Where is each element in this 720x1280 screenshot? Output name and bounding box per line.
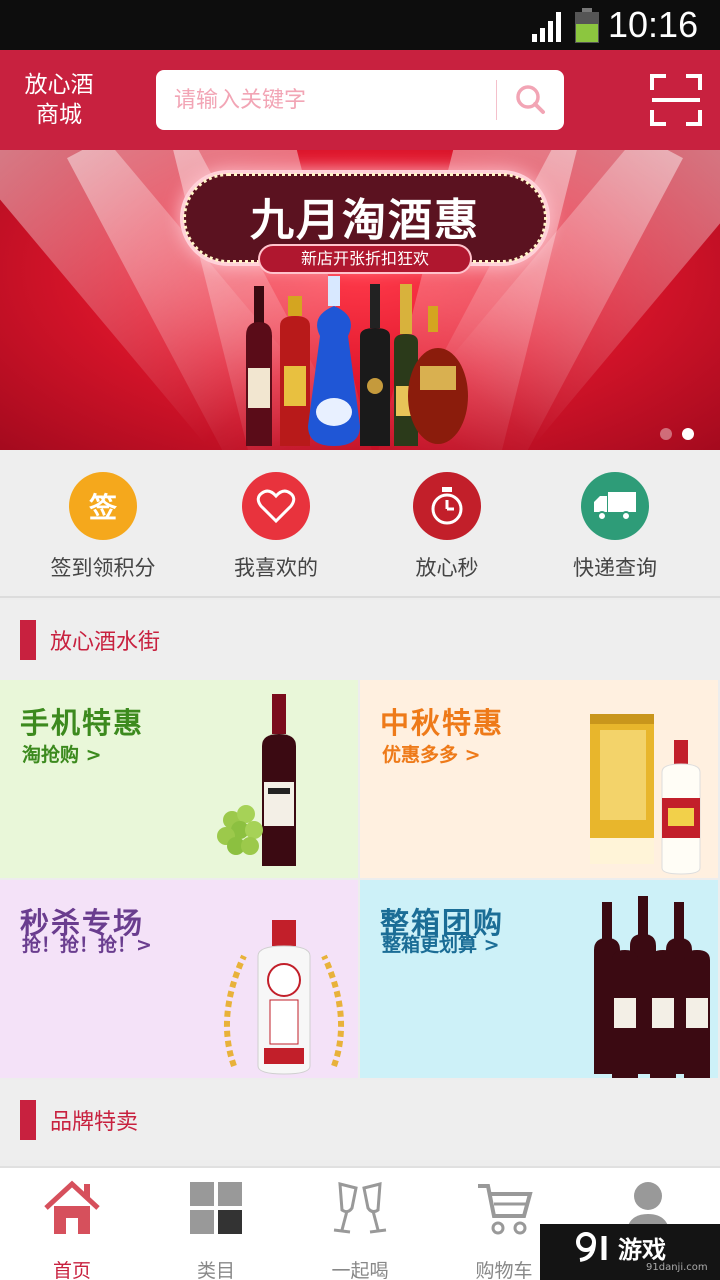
cart-icon [478, 1184, 533, 1235]
favorites-action[interactable]: 我喜欢的 [191, 472, 361, 582]
promo-subtitle: 整箱更划算 > [382, 934, 500, 956]
promo-mobile-deals[interactable]: 手机特惠 淘抢购 > [0, 680, 358, 878]
red-wine-with-grapes-image [217, 694, 296, 866]
wine-bottles-illustration [246, 276, 468, 446]
search-icon[interactable] [506, 78, 556, 122]
nav-label: 类目 [196, 1260, 235, 1280]
clock: 10:16 [608, 4, 699, 45]
quick-action-label: 我喜欢的 [234, 556, 318, 580]
express-tracking-action[interactable]: 快递查询 [530, 472, 700, 582]
flash-sale-action[interactable]: 放心秒 [362, 472, 532, 582]
moutai-box-and-bottle-image [590, 714, 701, 875]
section-accent-bar [20, 1100, 36, 1140]
heart-icon [242, 472, 310, 540]
search-divider [496, 80, 497, 120]
category-grid-icon [190, 1182, 242, 1234]
section-header: 放心酒水街 [0, 600, 720, 680]
carousel-dot-active[interactable] [682, 428, 694, 440]
watermark-logo-icon [576, 1232, 607, 1262]
section-title: 放心酒水街 [50, 630, 161, 655]
watermark: 游戏 91danji.com [540, 1224, 720, 1280]
nav-label: 一起喝 [331, 1260, 389, 1280]
promo-flash-sale[interactable]: 秒杀专场 抢！抢！抢！> [0, 880, 358, 1078]
search-input[interactable] [174, 80, 484, 120]
battery-icon [575, 8, 599, 43]
carousel-dot[interactable] [660, 428, 672, 440]
app-header: 放心酒 商城 [0, 50, 720, 150]
quick-action-label: 快递查询 [573, 556, 657, 580]
promo-subtitle: 淘抢购 > [22, 744, 102, 766]
watermark-url: 91danji.com [646, 1262, 708, 1273]
banner-title: 九月淘酒惠 [250, 195, 480, 246]
nav-home[interactable]: 首页 [12, 1178, 132, 1280]
promo-case-group-buy[interactable]: 整箱团购 整箱更划算 > [360, 880, 718, 1078]
sign-in-icon: 签 [69, 472, 137, 540]
promo-banner[interactable]: 九月淘酒惠 新店开张折扣狂欢 [0, 150, 720, 450]
home-icon [44, 1180, 100, 1234]
nav-category[interactable]: 类目 [156, 1178, 276, 1280]
promo-subtitle: 抢！抢！抢！> [22, 934, 152, 956]
section-accent-bar [20, 620, 36, 660]
section-title: 品牌特卖 [50, 1110, 139, 1135]
status-bar: 10:16 [0, 0, 720, 50]
wine-case-bottles-image [594, 896, 710, 1078]
promo-mid-autumn[interactable]: 中秋特惠 优惠多多 > [360, 680, 718, 878]
baijiu-bottle-with-wheat-image [223, 920, 345, 1075]
scan-icon[interactable] [648, 72, 704, 128]
nav-drink-together[interactable]: 一起喝 [300, 1178, 420, 1280]
watermark-logo-text: 游戏 [618, 1236, 666, 1264]
store-name: 放心酒 商城 [24, 72, 94, 128]
signal-icon [532, 12, 561, 42]
promo-title: 手机特惠 [20, 706, 145, 740]
cheers-glasses-icon [333, 1182, 387, 1234]
promo-subtitle: 优惠多多 > [382, 744, 481, 766]
section-header: 品牌特卖 [0, 1080, 720, 1160]
quick-action-label: 放心秒 [415, 556, 479, 580]
banner-subtitle: 新店开张折扣狂欢 [258, 244, 472, 274]
search-box[interactable] [156, 70, 564, 130]
nav-label: 首页 [52, 1260, 91, 1280]
truck-icon [581, 472, 649, 540]
promo-title: 中秋特惠 [380, 706, 505, 740]
quick-actions: 签 签到领积分 我喜欢的 放心秒 快递查询 [0, 450, 720, 598]
stopwatch-icon [413, 472, 481, 540]
sign-in-action[interactable]: 签 签到领积分 [18, 472, 188, 582]
quick-action-label: 签到领积分 [50, 556, 156, 580]
